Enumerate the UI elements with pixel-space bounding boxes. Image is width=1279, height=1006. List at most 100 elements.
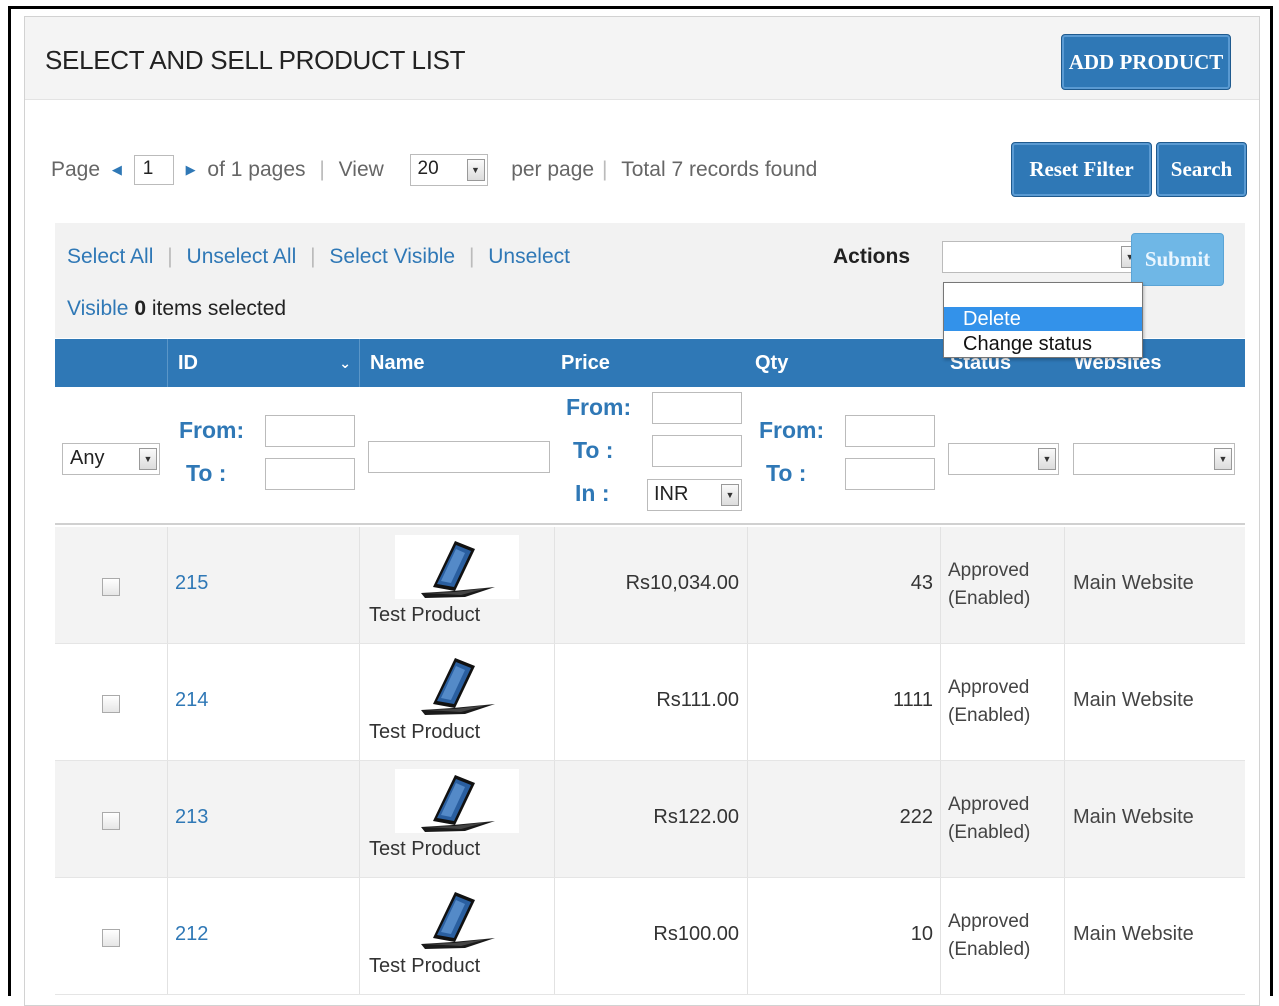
row-checkbox[interactable]: [102, 929, 120, 947]
chevron-down-icon[interactable]: ▼: [1038, 448, 1056, 470]
price-to-label: To :: [573, 437, 614, 463]
menu-item-delete[interactable]: Delete: [944, 307, 1142, 331]
id-from-input[interactable]: [265, 415, 355, 447]
product-qty: 43: [910, 572, 933, 594]
product-status: Approved (Enabled): [948, 908, 1030, 964]
header-id-label: ID: [178, 352, 198, 374]
product-qty: 1111: [892, 689, 933, 711]
product-price: Rs122.00: [653, 806, 739, 828]
actions-select[interactable]: ▼: [942, 241, 1142, 273]
unselect-all-link[interactable]: Unselect All: [187, 245, 297, 268]
price-to-input[interactable]: [652, 435, 742, 467]
reset-filter-button[interactable]: Reset Filter: [1011, 142, 1152, 197]
price-from-label: From:: [566, 394, 632, 420]
view-label: View: [338, 158, 384, 181]
name-filter-input[interactable]: [368, 441, 550, 473]
page-title: SELECT AND SELL PRODUCT LIST: [45, 45, 466, 75]
header-price[interactable]: Price: [554, 339, 747, 387]
select-all-link[interactable]: Select All: [67, 245, 153, 268]
menu-item-change-status[interactable]: Change status: [944, 332, 1142, 356]
selected-suffix: items selected: [151, 297, 287, 320]
search-button[interactable]: Search: [1156, 142, 1247, 197]
prev-page-icon[interactable]: ◀: [112, 162, 122, 177]
page-header: SELECT AND SELL PRODUCT LIST ADD PRODUCT: [25, 17, 1259, 100]
per-page-label: per page: [511, 158, 595, 181]
header-checkbox-col: [55, 339, 167, 387]
laptop-icon: [395, 886, 519, 950]
table-row[interactable]: 213 Test Product Rs122.00 222 Approved (Enabl…: [55, 761, 1245, 878]
table-row[interactable]: 212 Test Product Rs100.00 10 Approved (Enable…: [55, 878, 1245, 995]
screenshot-frame: SELECT AND SELL PRODUCT LIST ADD PRODUCT…: [8, 6, 1273, 1006]
product-website: Main Website: [1073, 923, 1194, 945]
total-records-text: Total 7 records found: [621, 158, 818, 181]
visible-label: Visible: [67, 297, 129, 320]
id-to-label: To :: [186, 460, 227, 486]
row-checkbox[interactable]: [102, 695, 120, 713]
product-status: Approved (Enabled): [948, 557, 1030, 613]
column-divider: [554, 878, 555, 994]
chevron-down-icon[interactable]: ▼: [1214, 448, 1232, 470]
selected-count: 0: [134, 297, 147, 320]
product-name: Test Product: [369, 955, 481, 977]
page-number-input[interactable]: 1: [133, 155, 174, 185]
product-id-link[interactable]: 213: [175, 806, 208, 829]
product-name: Test Product: [369, 721, 481, 743]
qty-from-input[interactable]: [845, 415, 935, 447]
column-divider: [1064, 878, 1065, 994]
product-price: Rs10,034.00: [625, 572, 739, 594]
select-visible-link[interactable]: Select Visible: [329, 245, 455, 268]
pager: Page ◀ 1 ▶ of 1 pages | View 20 ▼ per pa…: [51, 154, 817, 186]
product-qty: 10: [910, 923, 933, 945]
filter-row: Any ▼ From: To : From: To : In : INR ▼ F…: [55, 387, 1245, 525]
link-separator: |: [167, 245, 173, 268]
currency-select[interactable]: INR ▼: [647, 479, 742, 511]
pager-separator: |: [319, 158, 325, 181]
id-to-input[interactable]: [265, 458, 355, 490]
id-from-label: From:: [179, 417, 245, 443]
website-filter-select[interactable]: ▼: [1073, 443, 1235, 475]
product-website: Main Website: [1073, 689, 1194, 711]
column-divider: [747, 878, 748, 994]
header-name[interactable]: Name: [359, 339, 554, 387]
column-divider: [167, 644, 168, 760]
per-page-select[interactable]: 20 ▼: [409, 154, 488, 186]
qty-from-label: From:: [759, 417, 825, 443]
add-product-button[interactable]: ADD PRODUCT: [1061, 34, 1231, 90]
row-checkbox[interactable]: [102, 578, 120, 596]
product-id-link[interactable]: 214: [175, 689, 208, 712]
column-divider: [940, 878, 941, 994]
next-page-icon[interactable]: ▶: [186, 162, 196, 177]
menu-item-blank[interactable]: [944, 285, 1142, 309]
select-filter[interactable]: Any ▼: [62, 443, 160, 475]
column-divider: [747, 527, 748, 643]
header-id[interactable]: ID ⌄: [167, 339, 359, 387]
status-line-2: (Enabled): [948, 822, 1031, 843]
column-divider: [554, 644, 555, 760]
laptop-icon: [395, 769, 519, 833]
column-divider: [940, 527, 941, 643]
status-filter-select[interactable]: ▼: [948, 443, 1059, 475]
product-price: Rs111.00: [656, 689, 739, 711]
table-row[interactable]: 214 Test Product Rs111.00 1111 Approved (Enab…: [55, 644, 1245, 761]
header-qty[interactable]: Qty: [747, 339, 940, 387]
mass-select-links: Select All | Unselect All | Select Visib…: [67, 245, 570, 269]
table-row[interactable]: 215 Test Product Rs10,034.00 43 Approved (Ena…: [55, 527, 1245, 644]
product-id-link[interactable]: 212: [175, 923, 208, 946]
chevron-down-icon[interactable]: ▼: [466, 159, 485, 181]
chevron-down-icon[interactable]: ▼: [721, 484, 739, 506]
unselect-link[interactable]: Unselect: [488, 245, 570, 268]
product-id-link[interactable]: 215: [175, 572, 208, 595]
submit-button[interactable]: Submit: [1131, 233, 1224, 286]
qty-to-input[interactable]: [845, 458, 935, 490]
chevron-down-icon[interactable]: ⌄: [339, 339, 351, 387]
chevron-down-icon[interactable]: ▼: [139, 448, 157, 470]
product-status: Approved (Enabled): [948, 674, 1030, 730]
price-from-input[interactable]: [652, 392, 742, 424]
product-status: Approved (Enabled): [948, 791, 1030, 847]
product-price: Rs100.00: [653, 923, 739, 945]
row-checkbox[interactable]: [102, 812, 120, 830]
status-line-2: (Enabled): [948, 939, 1031, 960]
product-list-panel: SELECT AND SELL PRODUCT LIST ADD PRODUCT…: [24, 16, 1260, 1006]
product-name: Test Product: [369, 838, 481, 860]
product-website: Main Website: [1073, 572, 1194, 594]
